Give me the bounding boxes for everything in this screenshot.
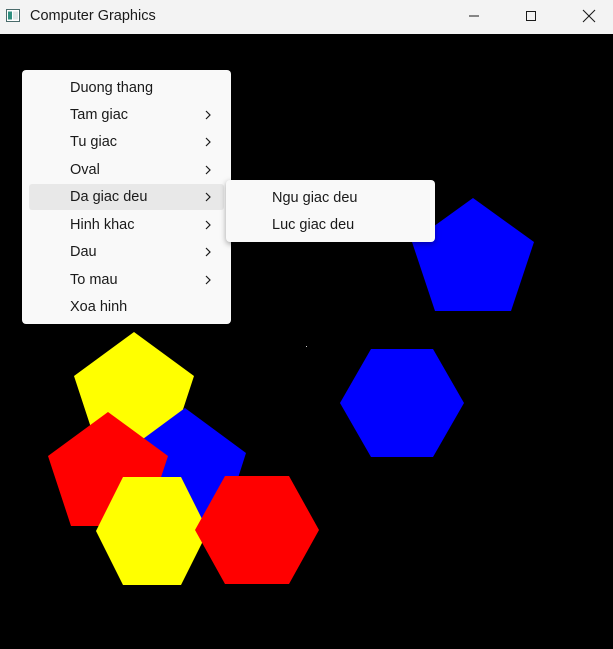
chevron-right-icon <box>205 137 211 147</box>
submenu-da-giac-deu: Ngu giac deu Luc giac deu <box>226 180 435 242</box>
context-menu: Duong thang Tam giac Tu giac Oval Da gia… <box>22 70 231 324</box>
menu-item-duong-thang[interactable]: Duong thang <box>29 75 224 101</box>
menu-item-oval[interactable]: Oval <box>29 157 224 183</box>
chevron-right-icon <box>205 165 211 175</box>
submenu-item-ngu-giac-deu[interactable]: Ngu giac deu <box>233 185 428 211</box>
menu-item-label: Duong thang <box>70 80 154 96</box>
window-title: Computer Graphics <box>30 8 156 24</box>
menu-item-to-mau[interactable]: To mau <box>29 267 224 293</box>
menu-item-label: Hinh khac <box>70 217 135 233</box>
menu-item-dau[interactable]: Dau <box>29 239 224 265</box>
app-window-icon <box>6 9 20 22</box>
title-bar[interactable]: Computer Graphics <box>0 0 613 34</box>
chevron-right-icon <box>205 247 211 257</box>
canvas-point <box>306 346 307 347</box>
close-button[interactable] <box>566 0 612 32</box>
minimize-button[interactable] <box>451 0 497 32</box>
maximize-icon <box>526 11 536 21</box>
chevron-right-icon <box>205 192 211 202</box>
menu-item-hinh-khac[interactable]: Hinh khac <box>29 212 224 238</box>
menu-item-label: Tam giac <box>70 107 129 123</box>
menu-item-label: Oval <box>70 162 100 178</box>
menu-item-label: To mau <box>70 272 118 288</box>
chevron-right-icon <box>205 110 211 120</box>
app-window: Computer Graphics Duong thang Tam giac T… <box>0 0 613 649</box>
menu-item-label: Da giac deu <box>70 189 148 205</box>
menu-item-tu-giac[interactable]: Tu giac <box>29 129 224 155</box>
maximize-button[interactable] <box>508 0 554 32</box>
submenu-item-label: Ngu giac deu <box>272 190 358 206</box>
menu-item-label: Dau <box>70 244 97 260</box>
chevron-right-icon <box>205 275 211 285</box>
close-icon <box>582 9 596 23</box>
menu-item-xoa-hinh[interactable]: Xoa hinh <box>29 294 224 320</box>
minimize-icon <box>469 15 479 17</box>
menu-item-label: Xoa hinh <box>70 299 128 315</box>
submenu-item-luc-giac-deu[interactable]: Luc giac deu <box>233 212 428 238</box>
menu-item-label: Tu giac <box>70 134 118 150</box>
submenu-item-label: Luc giac deu <box>272 217 355 233</box>
menu-item-da-giac-deu[interactable]: Da giac deu <box>29 184 224 210</box>
chevron-right-icon <box>205 220 211 230</box>
menu-item-tam-giac[interactable]: Tam giac <box>29 102 224 128</box>
